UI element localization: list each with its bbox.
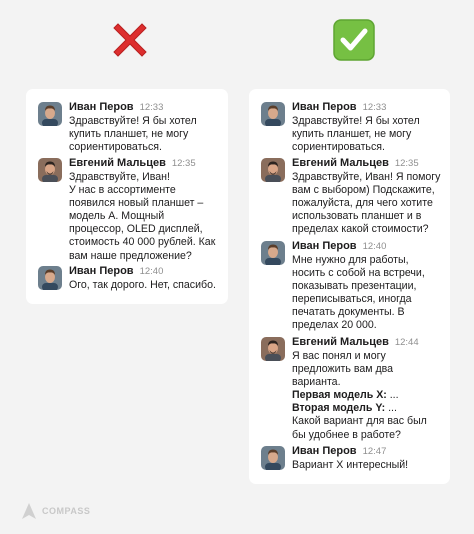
chat-message: Иван Перов 12:33 Здравствуйте! Я бы хотел… bbox=[261, 100, 444, 154]
chat-message: Евгений Мальцев 12:44 Я вас понял и могу … bbox=[261, 335, 444, 442]
comparison-page: Иван Перов 12:33 Здравствуйте! Я бы хотел… bbox=[0, 0, 474, 534]
bad-example-chat: Иван Перов 12:33 Здравствуйте! Я бы хотел… bbox=[26, 89, 228, 304]
compass-logo: COMPASS bbox=[22, 501, 90, 521]
message-text: Здравствуйте! Я бы хотел купить планшет,… bbox=[69, 115, 197, 154]
avatar-evgeny bbox=[38, 158, 62, 182]
avatar-ivan bbox=[261, 241, 285, 265]
model-y-label: Вторая модель Y: bbox=[292, 402, 386, 415]
sender-name[interactable]: Иван Перов bbox=[292, 240, 357, 252]
message-text: Я вас понял и могу предложить вам два ва… bbox=[292, 350, 427, 441]
chat-message: Евгений Мальцев 12:35 Здравствуйте, Иван!… bbox=[261, 156, 444, 236]
compass-logo-icon bbox=[22, 503, 36, 519]
avatar-ivan bbox=[261, 102, 285, 126]
message-text: Ого, так дорого. Нет, спасибо. bbox=[69, 279, 216, 291]
logo-text: COMPASS bbox=[42, 506, 91, 516]
sender-name[interactable]: Евгений Мальцев bbox=[292, 157, 389, 169]
message-time: 12:33 bbox=[139, 102, 164, 113]
chat-message: Евгений Мальцев 12:35 Здравствуйте, Иван!… bbox=[38, 156, 222, 263]
message-time: 12:47 bbox=[362, 446, 387, 457]
avatar-ivan bbox=[38, 266, 62, 290]
sender-name[interactable]: Иван Перов bbox=[69, 265, 134, 277]
message-time: 12:33 bbox=[362, 102, 387, 113]
avatar-ivan bbox=[261, 446, 285, 470]
model-x-label: Первая модель X: bbox=[292, 389, 387, 402]
chat-message: Иван Перов 12:47 Вариант X интересный! bbox=[261, 444, 444, 472]
message-text: Вариант X интересный! bbox=[292, 459, 409, 471]
chat-message: Иван Перов 12:33 Здравствуйте! Я бы хотел… bbox=[38, 100, 222, 154]
red-cross-icon bbox=[113, 23, 147, 57]
message-text: Мне нужно для работы, носить с собой на … bbox=[292, 254, 425, 332]
good-example-chat: Иван Перов 12:33 Здравствуйте! Я бы хотел… bbox=[249, 89, 450, 484]
message-time: 12:35 bbox=[394, 158, 419, 169]
avatar-evgeny bbox=[261, 158, 285, 182]
green-check-icon bbox=[333, 19, 375, 61]
avatar-ivan bbox=[38, 102, 62, 126]
sender-name[interactable]: Иван Перов bbox=[292, 445, 357, 457]
chat-message: Иван Перов 12:40 Ого, так дорого. Нет, сп… bbox=[38, 264, 222, 292]
sender-name[interactable]: Иван Перов bbox=[69, 101, 134, 113]
sender-name[interactable]: Евгений Мальцев bbox=[69, 157, 166, 169]
chat-message: Иван Перов 12:40 Мне нужно для работы, но… bbox=[261, 239, 444, 333]
message-text: Здравствуйте, Иван! Я помогу вам с выбор… bbox=[292, 171, 441, 236]
message-time: 12:35 bbox=[171, 158, 196, 169]
message-text: Здравствуйте! Я бы хотел купить планшет,… bbox=[292, 115, 420, 154]
sender-name[interactable]: Евгений Мальцев bbox=[292, 336, 389, 348]
message-time: 12:40 bbox=[362, 241, 387, 252]
message-time: 12:40 bbox=[139, 266, 164, 277]
sender-name[interactable]: Иван Перов bbox=[292, 101, 357, 113]
message-text: Здравствуйте, Иван! У нас в ассортименте… bbox=[69, 171, 216, 262]
message-time: 12:44 bbox=[394, 337, 419, 348]
avatar-evgeny bbox=[261, 337, 285, 361]
